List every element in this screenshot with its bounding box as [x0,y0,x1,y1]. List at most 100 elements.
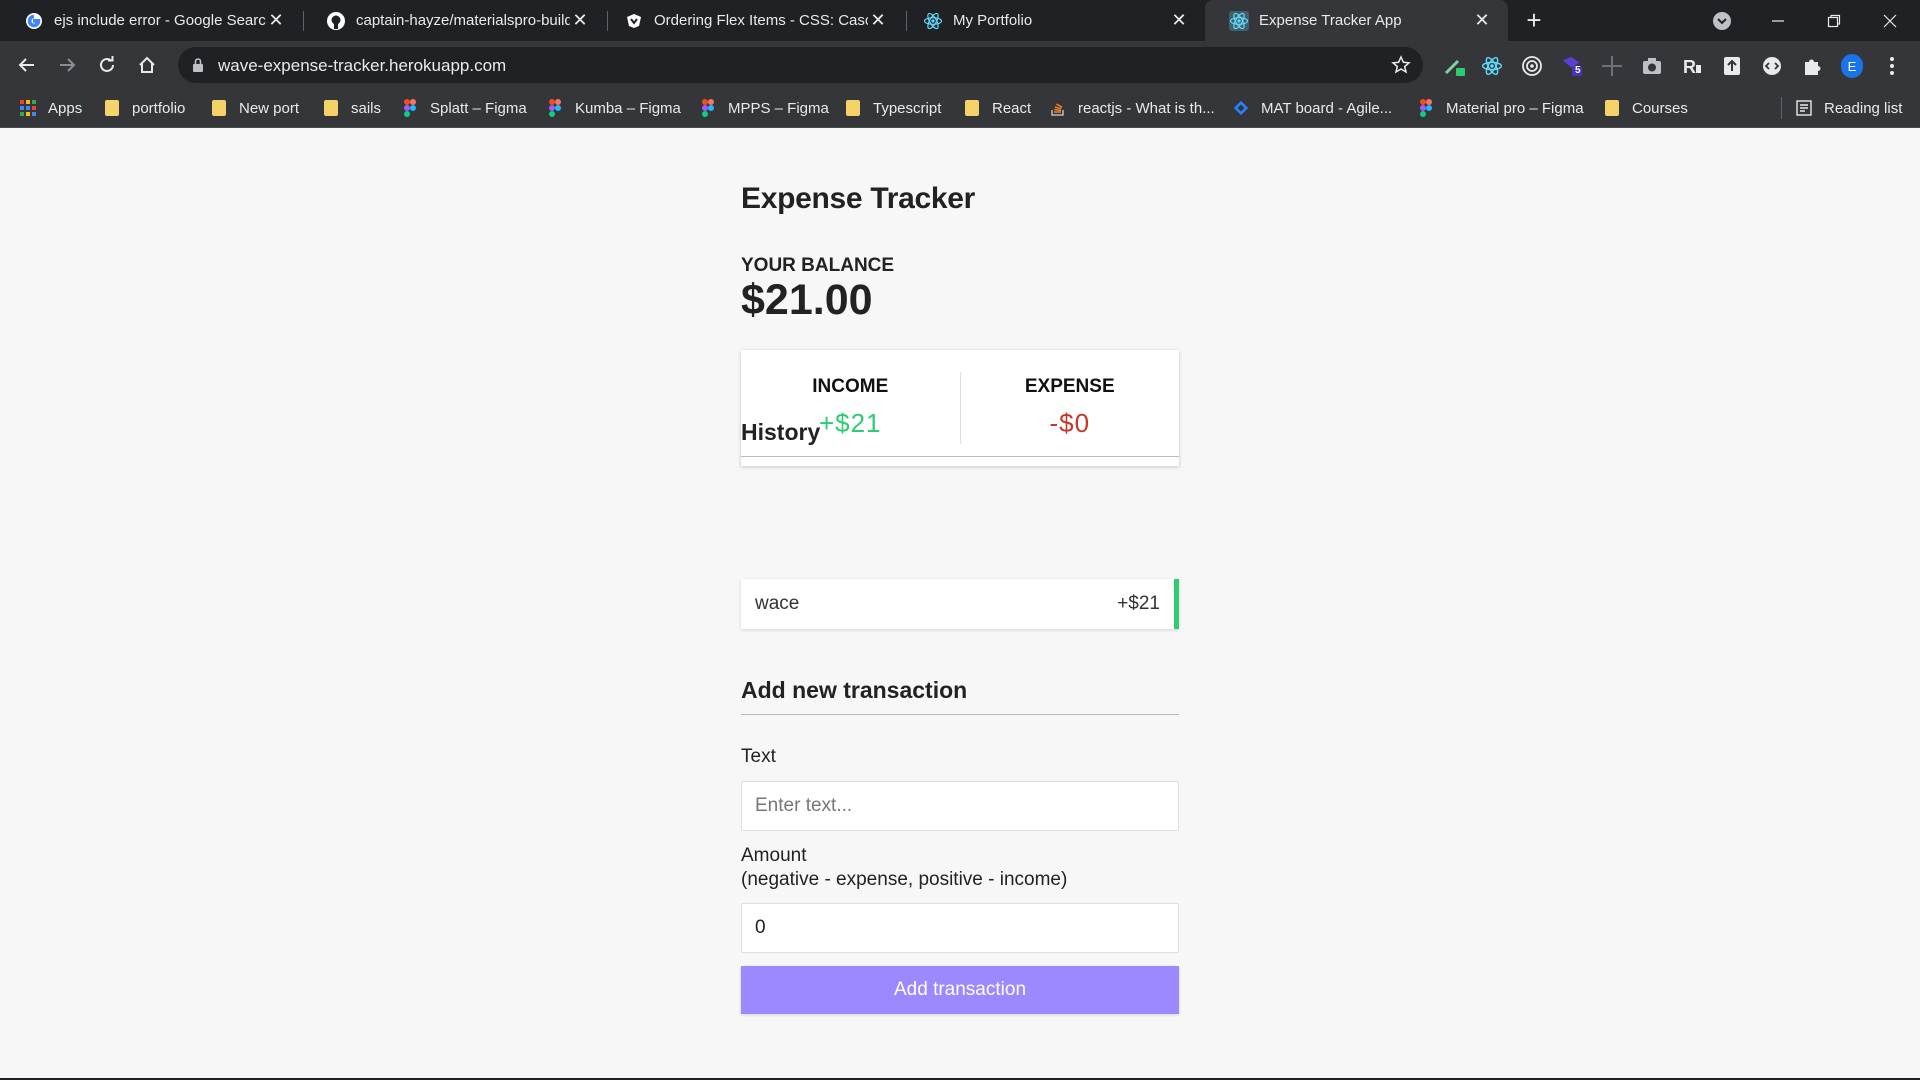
tab-mdn[interactable]: Ordering Flex Items - CSS: Cascad ✕ [600,0,904,41]
close-icon[interactable]: ✕ [570,10,590,31]
kebab-menu-icon[interactable] [1881,55,1903,77]
close-icon[interactable]: ✕ [266,10,286,31]
bookmark-portfolio[interactable]: portfolio [104,89,185,127]
bookmark-label: Splatt – Figma [430,99,527,117]
amount-hint: (negative - expense, positive - income) [741,869,1068,890]
bookmark-apps[interactable]: Apps [20,89,82,127]
lock-icon [193,58,203,72]
folder-icon [211,100,227,116]
extension-pen-icon[interactable] [1444,55,1466,77]
github-icon [326,11,346,31]
tab-google-search[interactable]: ejs include error - Google Search ✕ [0,0,302,41]
home-button[interactable] [131,49,163,81]
figma-icon [700,99,716,117]
bookmark-jira[interactable]: MAT board - Agile... [1233,89,1392,127]
purple-extension-icon[interactable]: 5 [1561,55,1583,77]
reading-list-label: Reading list [1824,99,1903,117]
bookmark-label: Apps [48,99,83,117]
reload-button[interactable] [91,49,123,81]
forward-button[interactable] [51,49,83,81]
tab-title: ejs include error - Google Search [54,12,266,29]
star-icon[interactable] [1391,55,1411,75]
folder-icon [845,100,861,116]
bookmark-label: Kumba – Figma [575,99,681,117]
minimize-icon [1772,19,1784,22]
react-devtools-icon[interactable] [1481,55,1503,77]
restore-button[interactable] [1806,0,1862,41]
add-transaction-button[interactable]: Add transaction [741,966,1179,1014]
text-input[interactable] [741,781,1179,831]
address-bar[interactable]: wave-expense-tracker.herokuapp.com [178,47,1423,83]
history-heading: History [741,419,1179,457]
bookmark-new-port[interactable]: New port [211,89,299,127]
text-field-label: Text [741,746,776,767]
arrow-right-icon [60,58,76,72]
folder-icon [964,100,980,116]
tab-title: My Portfolio [953,12,1033,29]
bookmark-splatt-figma[interactable]: Splatt – Figma [402,89,527,127]
profile-avatar[interactable]: E [1841,54,1863,78]
stackoverflow-icon [1050,100,1066,116]
bookmark-label: React [992,99,1032,117]
bookmark-typescript[interactable]: Typescript [845,89,941,127]
bookmark-kumba-figma[interactable]: Kumba – Figma [547,89,681,127]
arrow-left-icon [18,58,34,72]
bookmark-material-pro-figma[interactable]: Material pro – Figma [1418,89,1584,127]
tab-my-portfolio[interactable]: My Portfolio ✕ [899,0,1205,41]
reading-list-button[interactable]: Reading list [1796,89,1902,127]
tab-strip: ejs include error - Google Search ✕ capt… [0,0,1920,41]
list-item[interactable]: wace +$21 [741,579,1179,629]
tab-search-button[interactable] [1694,0,1750,41]
folder-icon [104,100,120,116]
amount-label: Amount [741,845,807,866]
back-button[interactable] [11,49,43,81]
page-viewport: Expense Tracker YOUR BALANCE $21.00 INCO… [0,128,1920,1078]
bookmark-react[interactable]: React [964,89,1031,127]
amount-input[interactable] [741,903,1179,953]
close-window-button[interactable] [1862,0,1918,41]
target-extension-icon[interactable] [1521,55,1543,77]
bookmark-label: reactjs - What is th... [1078,99,1215,117]
close-icon[interactable]: ✕ [1169,10,1189,31]
bookmarks-bar: Apps portfolio New port sails Splatt – F… [0,89,1920,128]
expense-label: EXPENSE [1024,376,1115,397]
transaction-text: wace [755,593,800,614]
new-tab-button[interactable]: + [1520,5,1548,35]
minimize-button[interactable] [1750,0,1806,41]
r-extension-icon[interactable]: R [1681,55,1703,77]
folder-icon [323,100,339,116]
tab-title: Ordering Flex Items - CSS: Cascad [654,12,868,29]
bookmark-sails[interactable]: sails [323,89,381,127]
google-icon [24,11,44,31]
move-extension-icon[interactable] [1601,55,1623,77]
reload-icon [100,56,114,72]
puzzle-icon[interactable] [1801,55,1823,77]
close-icon[interactable]: ✕ [868,10,888,31]
tab-expense-tracker[interactable]: Expense Tracker App ✕ [1205,0,1508,41]
close-icon[interactable]: ✕ [1472,10,1492,31]
tab-title: Expense Tracker App [1259,12,1402,29]
restore-icon [1827,14,1841,27]
tab-github[interactable]: captain-hayze/materialspro-build ✕ [302,0,606,41]
add-transaction-heading: Add new transaction [741,677,1179,715]
bookmark-label: Courses [1632,99,1688,117]
upload-extension-icon[interactable] [1721,55,1743,77]
income-label: INCOME [812,376,889,397]
bookmark-courses[interactable]: Courses [1604,89,1688,127]
avatar: E [1841,54,1863,78]
browser-toolbar: wave-expense-tracker.herokuapp.com 5 R E [0,41,1920,89]
code-extension-icon[interactable] [1761,55,1783,77]
svg-text:R: R [1683,57,1696,77]
bookmark-label: portfolio [132,99,186,117]
folder-icon [1604,100,1620,116]
bookmark-label: Typescript [873,99,942,117]
bookmark-mpps-figma[interactable]: MPPS – Figma [700,89,829,127]
balance-value: $21.00 [741,276,873,324]
camera-icon[interactable] [1641,55,1663,77]
tab-title: captain-hayze/materialspro-build [356,12,570,29]
bookmark-stackoverflow[interactable]: reactjs - What is th... [1050,89,1215,127]
bookmark-label: Material pro – Figma [1446,99,1584,117]
bookmark-label: New port [239,99,300,117]
reading-list-icon [1796,100,1812,116]
chevron-down-icon [1713,11,1731,30]
